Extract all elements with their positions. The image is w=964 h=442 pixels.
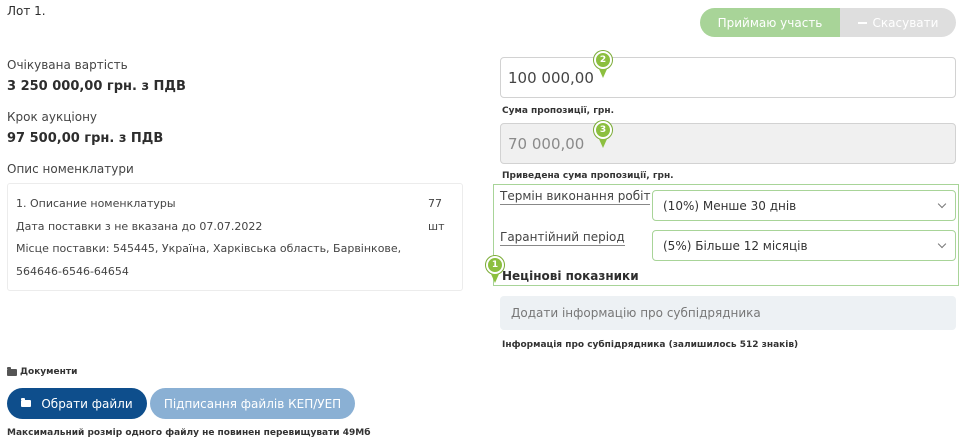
subcontractor-hint: Інформація про субпідрядника (залишилось…	[502, 340, 799, 350]
cancel-button[interactable]: Скасувати	[840, 8, 956, 37]
choose-files-label: Обрати файли	[41, 396, 133, 411]
marker-3-badge: 3	[594, 121, 612, 139]
minus-icon	[857, 21, 867, 24]
non-price-criteria-title: Нецінові показники	[502, 269, 639, 283]
nomenclature-quantity: 77	[428, 197, 442, 210]
documents-header: Документи	[7, 366, 78, 377]
offer-amount-input[interactable]: 100 000,00	[500, 57, 956, 98]
marker-1-badge: 1	[486, 256, 504, 274]
choose-files-button[interactable]: Обрати файли	[7, 388, 147, 419]
lot-title: Лот 1.	[7, 4, 46, 18]
chevron-down-icon	[937, 199, 947, 208]
auction-step-label: Крок аукціону	[7, 110, 98, 124]
marker-1-pin-icon	[491, 274, 499, 283]
term-select[interactable]: (10%) Менше 30 днів	[652, 190, 956, 221]
marker-2-pin-icon	[599, 69, 607, 78]
expected-value-label: Очікувана вартість	[7, 58, 128, 72]
sign-files-button[interactable]: Підписання файлів КЕП/УЕП	[150, 388, 355, 419]
term-label: Термін виконання робіт	[500, 189, 651, 205]
reduced-offer-value: 70 000,00	[508, 134, 585, 153]
participate-button[interactable]: Приймаю участь	[700, 8, 840, 37]
reduced-offer-label: Приведена сума пропозиції, грн.	[502, 171, 674, 181]
marker-2: 2	[594, 51, 612, 78]
marker-1: 1	[486, 256, 504, 283]
delivery-place: Місце поставки: 545445, Україна, Харківс…	[16, 242, 402, 255]
offer-amount-label: Сума пропозиції, грн.	[502, 106, 614, 116]
nomenclature-item-name: 1. Описание номенклатуры	[16, 197, 176, 210]
offer-amount-value: 100 000,00	[508, 68, 594, 87]
cancel-button-label: Скасувати	[872, 15, 939, 30]
marker-3-pin-icon	[599, 139, 607, 148]
marker-3: 3	[594, 121, 612, 148]
auction-step-value: 97 500,00 грн. з ПДВ	[7, 131, 164, 146]
marker-2-badge: 2	[594, 51, 612, 69]
nomenclature-description-box: 1. Описание номенклатуры 77 Дата поставк…	[7, 183, 463, 291]
warranty-select[interactable]: (5%) Більше 12 місяців	[652, 230, 956, 261]
reduced-offer-input: 70 000,00	[500, 123, 956, 164]
term-selected-value: (10%) Менше 30 днів	[663, 198, 797, 213]
folder-icon	[21, 398, 32, 407]
warranty-selected-value: (5%) Більше 12 місяців	[663, 238, 808, 253]
subcontractor-placeholder: Додати інформацію про субпідрядника	[511, 306, 761, 320]
nomenclature-unit: шт	[428, 220, 445, 233]
subcontractor-input[interactable]: Додати інформацію про субпідрядника	[500, 296, 956, 330]
delivery-place-code: 564646-6546-64654	[16, 265, 129, 278]
folder-icon	[7, 366, 17, 376]
max-file-size-note: Максимальний розмір одного файлу не пови…	[7, 428, 371, 438]
documents-title: Документи	[20, 367, 78, 377]
nomenclature-label: Опис номенклатури	[7, 162, 134, 176]
chevron-down-icon	[937, 239, 947, 248]
delivery-date: Дата поставки з не вказана до 07.07.2022	[16, 220, 263, 233]
expected-value: 3 250 000,00 грн. з ПДВ	[7, 79, 186, 94]
warranty-label: Гарантійний період	[500, 230, 625, 246]
